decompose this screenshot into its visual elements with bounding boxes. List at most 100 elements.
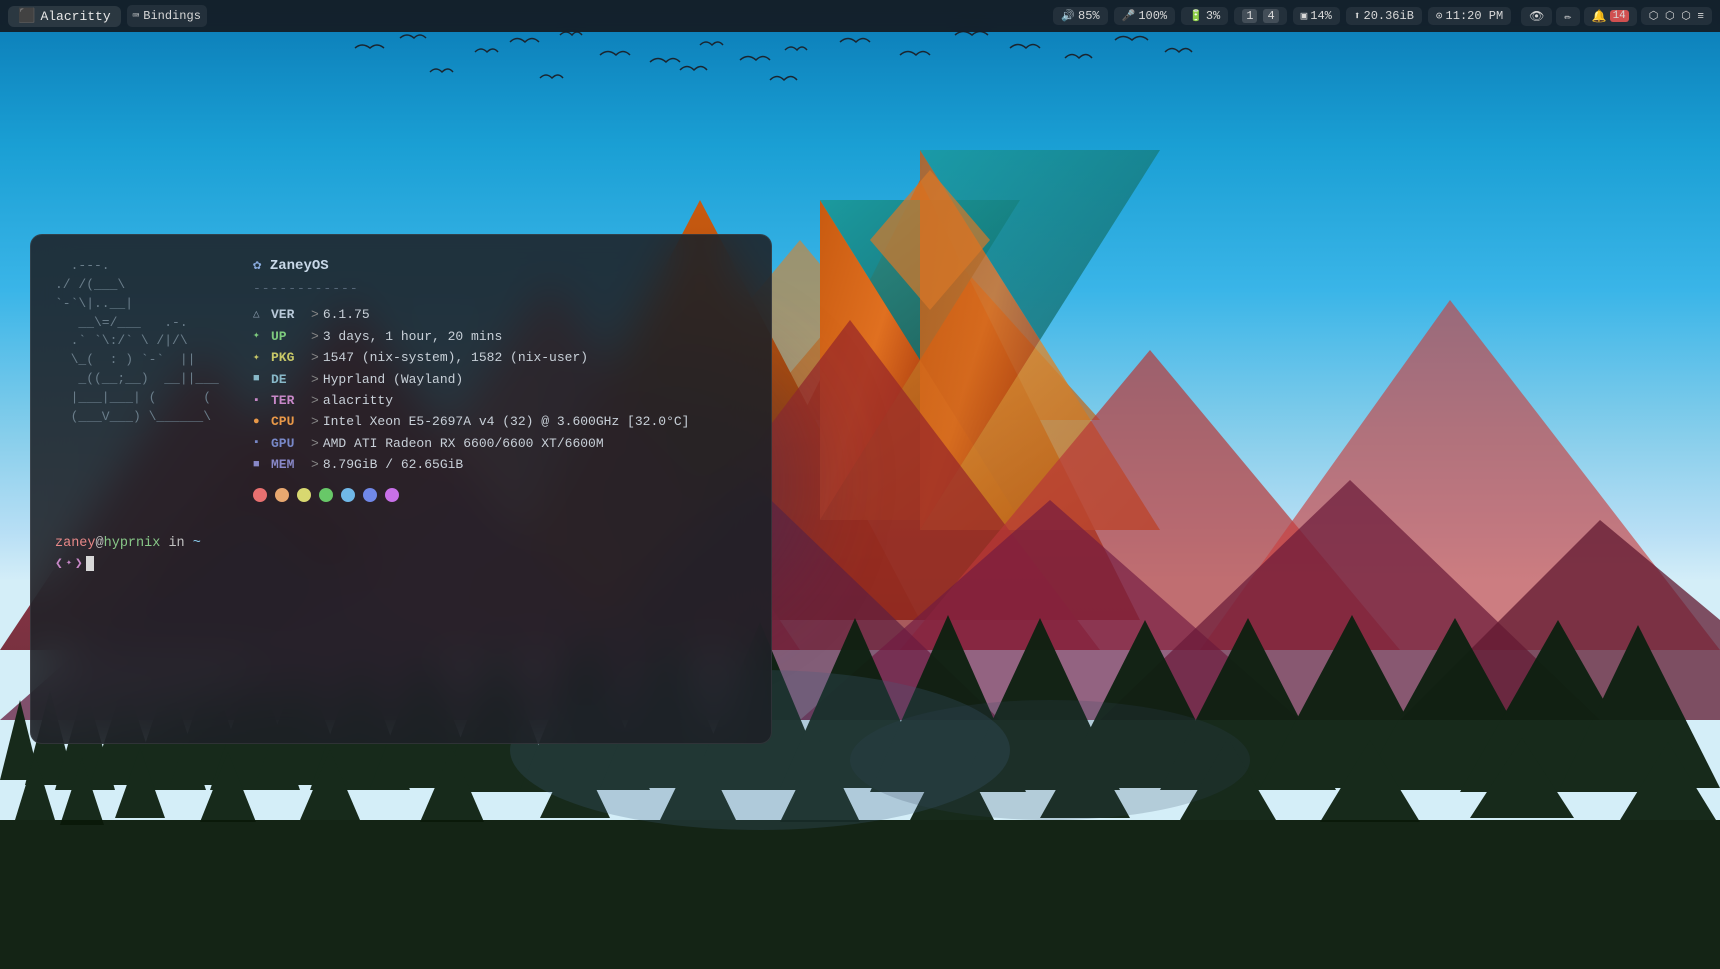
prompt-line2[interactable]: ❮ ✦ ❯ bbox=[55, 554, 751, 574]
dot-5 bbox=[341, 488, 355, 502]
cpu-section[interactable]: ▣ 14% bbox=[1293, 7, 1340, 25]
battery-icon: 🔋 bbox=[1189, 9, 1203, 23]
sysinfo-title: ✿ ZaneyOS bbox=[253, 255, 751, 277]
prompt-at: @ bbox=[96, 536, 104, 551]
neofetch-display: .---. ./ /(___\ `-`\|..__| __\=/___ .-. … bbox=[55, 255, 751, 502]
prompt-symbol-open: ❮ bbox=[55, 554, 63, 574]
pkg-key: PKG bbox=[271, 347, 307, 368]
sysinfo-row-pkg: ✦ PKG > 1547 (nix-system), 1582 (nix-use… bbox=[253, 347, 751, 368]
mem-label: 20.36iB bbox=[1364, 9, 1414, 23]
memory-icon: ⬆ bbox=[1354, 9, 1361, 23]
volume-icon: 🔊 bbox=[1061, 9, 1075, 23]
cpu-icon: ▣ bbox=[1301, 9, 1308, 23]
terminal-icon: ⬛ bbox=[18, 8, 35, 25]
sysinfo-row-cpu: ● CPU > Intel Xeon E5-2697A v4 (32) @ 3.… bbox=[253, 411, 751, 432]
prompt-dir: ~ bbox=[193, 536, 201, 551]
up-key: UP bbox=[271, 326, 307, 347]
cpu-row-arrow: > bbox=[311, 411, 319, 432]
sysinfo-row-gpu: ▪ GPU > AMD ATI Radeon RX 6600/6600 XT/6… bbox=[253, 433, 751, 454]
terminal-content: .---. ./ /(___\ `-`\|..__| __\=/___ .-. … bbox=[55, 255, 751, 723]
de-key: DE bbox=[271, 369, 307, 390]
dot-4 bbox=[319, 488, 333, 502]
pkg-val: 1547 (nix-system), 1582 (nix-user) bbox=[323, 347, 588, 368]
cpu-label: 14% bbox=[1310, 9, 1332, 23]
eye-icon: 👁 bbox=[1529, 9, 1544, 24]
volume-label: 85% bbox=[1078, 9, 1100, 23]
sysinfo-row-ter: ▪ TER > alacritty bbox=[253, 390, 751, 411]
prompt-user: zaney bbox=[55, 536, 96, 551]
color-dots bbox=[253, 488, 751, 502]
ter-arrow: > bbox=[311, 390, 319, 411]
gpu-key: GPU bbox=[271, 433, 307, 454]
ver-val: 6.1.75 bbox=[323, 304, 370, 325]
clock-icon: ⊙ bbox=[1436, 9, 1443, 23]
gpu-icon: ▪ bbox=[253, 434, 271, 452]
de-val: Hyprland (Wayland) bbox=[323, 369, 463, 390]
ver-key: VER bbox=[271, 304, 307, 325]
dot-3 bbox=[297, 488, 311, 502]
sysinfo-row-ver: △ VER > 6.1.75 bbox=[253, 304, 751, 325]
dot-2 bbox=[275, 488, 289, 502]
workspace-2: 4 bbox=[1263, 9, 1278, 23]
dot-6 bbox=[363, 488, 377, 502]
mem-row-val: 8.79GiB / 62.65GiB bbox=[323, 454, 463, 475]
tray-icon: ⬡ ⬡ ⬡ ≡ bbox=[1649, 9, 1704, 23]
pkg-arrow: > bbox=[311, 347, 319, 368]
workspace-1: 1 bbox=[1242, 9, 1257, 23]
battery-label: 3% bbox=[1206, 9, 1220, 23]
ver-arrow: > bbox=[311, 304, 319, 325]
volume-section[interactable]: 🔊 85% bbox=[1053, 7, 1107, 25]
app-name-section[interactable]: ⬛ Alacritty bbox=[8, 6, 121, 27]
ascii-art: .---. ./ /(___\ `-`\|..__| __\=/___ .-. … bbox=[55, 255, 225, 427]
cpu-row-key: CPU bbox=[271, 411, 307, 432]
nix-icon: ✿ bbox=[253, 258, 270, 274]
notif-count: 14 bbox=[1610, 10, 1629, 22]
up-icon: ✦ bbox=[253, 327, 271, 345]
sysinfo-panel: ✿ ZaneyOS ------------ △ VER > 6.1.75 ✦ … bbox=[253, 255, 751, 502]
up-val: 3 days, 1 hour, 20 mins bbox=[323, 326, 502, 347]
cpu-row-val: Intel Xeon E5-2697A v4 (32) @ 3.600GHz [… bbox=[323, 411, 690, 432]
terminal-window: .---. ./ /(___\ `-`\|..__| __\=/___ .-. … bbox=[30, 234, 772, 744]
cursor bbox=[86, 556, 94, 571]
mem-row-key: MEM bbox=[271, 454, 307, 475]
mic-section[interactable]: 🎤 100% bbox=[1114, 7, 1176, 25]
mem-row-icon: ■ bbox=[253, 456, 271, 474]
prompt-star: ✦ bbox=[66, 556, 72, 571]
memory-section[interactable]: ⬆ 20.36iB bbox=[1346, 7, 1422, 25]
sysinfo-row-de: ■ DE > Hyprland (Wayland) bbox=[253, 369, 751, 390]
prompt-host: hyprnix bbox=[104, 536, 161, 551]
dot-1 bbox=[253, 488, 267, 502]
gpu-arrow: > bbox=[311, 433, 319, 454]
prompt-area: zaney@hyprnix in ~ ❮ ✦ ❯ bbox=[55, 534, 751, 574]
sysinfo-row-mem: ■ MEM > 8.79GiB / 62.65GiB bbox=[253, 454, 751, 475]
sysinfo-row-up: ✦ UP > 3 days, 1 hour, 20 mins bbox=[253, 326, 751, 347]
mic-label: 100% bbox=[1138, 9, 1167, 23]
system-tray[interactable]: ⬡ ⬡ ⬡ ≡ bbox=[1641, 7, 1712, 25]
notifications-button[interactable]: 🔔 14 bbox=[1584, 7, 1637, 26]
bindings-icon: ⌨ bbox=[133, 9, 140, 23]
ver-icon: △ bbox=[253, 306, 271, 324]
prompt-line1: zaney@hyprnix in ~ bbox=[55, 534, 751, 554]
de-icon: ■ bbox=[253, 370, 271, 388]
workspace-section[interactable]: 1 4 bbox=[1234, 7, 1286, 25]
pen-icon: ✏ bbox=[1564, 9, 1571, 24]
battery-section[interactable]: 🔋 3% bbox=[1181, 7, 1228, 25]
mic-icon: 🎤 bbox=[1122, 9, 1136, 23]
cpu-row-icon: ● bbox=[253, 413, 271, 431]
prompt-gt: ❯ bbox=[75, 554, 83, 574]
ter-key: TER bbox=[271, 390, 307, 411]
pkg-icon: ✦ bbox=[253, 349, 271, 367]
gpu-val: AMD ATI Radeon RX 6600/6600 XT/6600M bbox=[323, 433, 604, 454]
topbar: ⬛ Alacritty ⌨ Bindings 🔊 85% 🎤 100% 🔋 3%… bbox=[0, 0, 1720, 32]
ter-icon: ▪ bbox=[253, 392, 271, 410]
time-section[interactable]: ⊙ 11:20 PM bbox=[1428, 7, 1511, 25]
bindings-label: Bindings bbox=[143, 9, 201, 23]
pen-button[interactable]: ✏ bbox=[1556, 7, 1579, 26]
sysinfo-divider: ------------ bbox=[253, 279, 751, 300]
bell-icon: 🔔 bbox=[1592, 9, 1607, 24]
eye-button[interactable]: 👁 bbox=[1521, 7, 1552, 26]
bindings-section[interactable]: ⌨ Bindings bbox=[127, 5, 207, 27]
time-label: 11:20 PM bbox=[1446, 9, 1504, 23]
mem-row-arrow: > bbox=[311, 454, 319, 475]
app-name-label: Alacritty bbox=[40, 9, 110, 24]
